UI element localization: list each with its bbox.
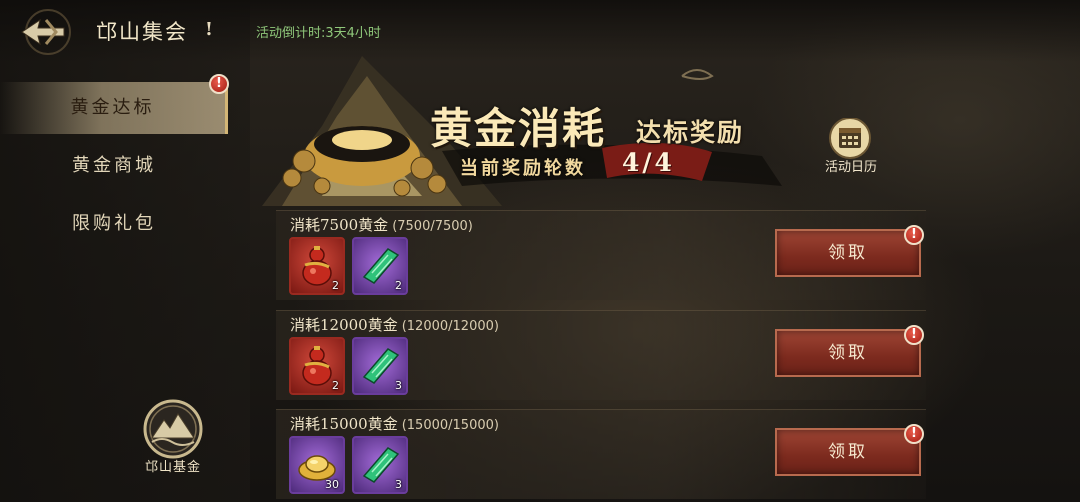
reward-title: 消耗7500黄金 (7500/7500) xyxy=(290,214,473,235)
item-count: 2 xyxy=(332,379,339,392)
item-count: 2 xyxy=(395,279,402,292)
reward-item-slot[interactable]: 2 xyxy=(289,237,345,295)
reward-item-slot[interactable]: 30 xyxy=(289,436,345,494)
mountain-emblem-icon xyxy=(143,399,203,459)
page-title: 邙山集会 xyxy=(96,20,188,44)
reward-progress: (12000/12000) xyxy=(401,319,499,334)
claim-alert-badge: ! xyxy=(904,325,924,345)
back-arrow-icon xyxy=(21,9,71,55)
sidebar-item-gold-shop[interactable]: 黄金商城 xyxy=(0,140,228,192)
claim-button[interactable]: 领取 xyxy=(775,229,921,277)
round-value: 4/4 xyxy=(622,148,675,177)
item-count: 2 xyxy=(332,279,339,292)
claim-button[interactable]: 领取 xyxy=(775,329,921,377)
banner-subtitle: 达标奖励 xyxy=(636,118,745,147)
reward-progress: (7500/7500) xyxy=(392,219,473,234)
item-count: 3 xyxy=(395,379,402,392)
round-label: 当前奖励轮数 xyxy=(460,158,586,179)
reward-title: 消耗15000黄金 (15000/15000) xyxy=(290,413,499,434)
sidebar-item-limited-pack[interactable]: 限购礼包 xyxy=(0,198,228,250)
reward-title: 消耗12000黄金 (12000/12000) xyxy=(290,314,499,335)
reward-goal: 消耗7500黄金 xyxy=(290,216,389,234)
back-button[interactable] xyxy=(8,6,84,58)
calendar-label: 活动日历 xyxy=(824,160,877,175)
banner-title: 黄金消耗 xyxy=(430,104,607,153)
info-button[interactable]: ! xyxy=(200,18,218,42)
fund-label: 邙山基金 xyxy=(144,460,201,475)
reward-goal: 消耗15000黄金 xyxy=(290,415,398,433)
reward-item-slot[interactable]: 3 xyxy=(352,436,408,494)
event-countdown: 活动倒计时:3天4小时 xyxy=(256,26,381,41)
sidebar-item-gold-target[interactable]: 黄金达标 xyxy=(0,82,228,134)
reward-goal: 消耗12000黄金 xyxy=(290,316,398,334)
reward-item-slot[interactable]: 3 xyxy=(352,337,408,395)
claim-alert-badge: ! xyxy=(904,424,924,444)
reward-item-slot[interactable]: 2 xyxy=(352,237,408,295)
item-count: 30 xyxy=(325,478,339,491)
reward-item-slot[interactable]: 2 xyxy=(289,337,345,395)
claim-button[interactable]: 领取 xyxy=(775,428,921,476)
sidebar-alert-badge: ! xyxy=(209,74,229,94)
reward-progress: (15000/15000) xyxy=(401,418,499,433)
claim-alert-badge: ! xyxy=(904,225,924,245)
item-count: 3 xyxy=(395,478,402,491)
